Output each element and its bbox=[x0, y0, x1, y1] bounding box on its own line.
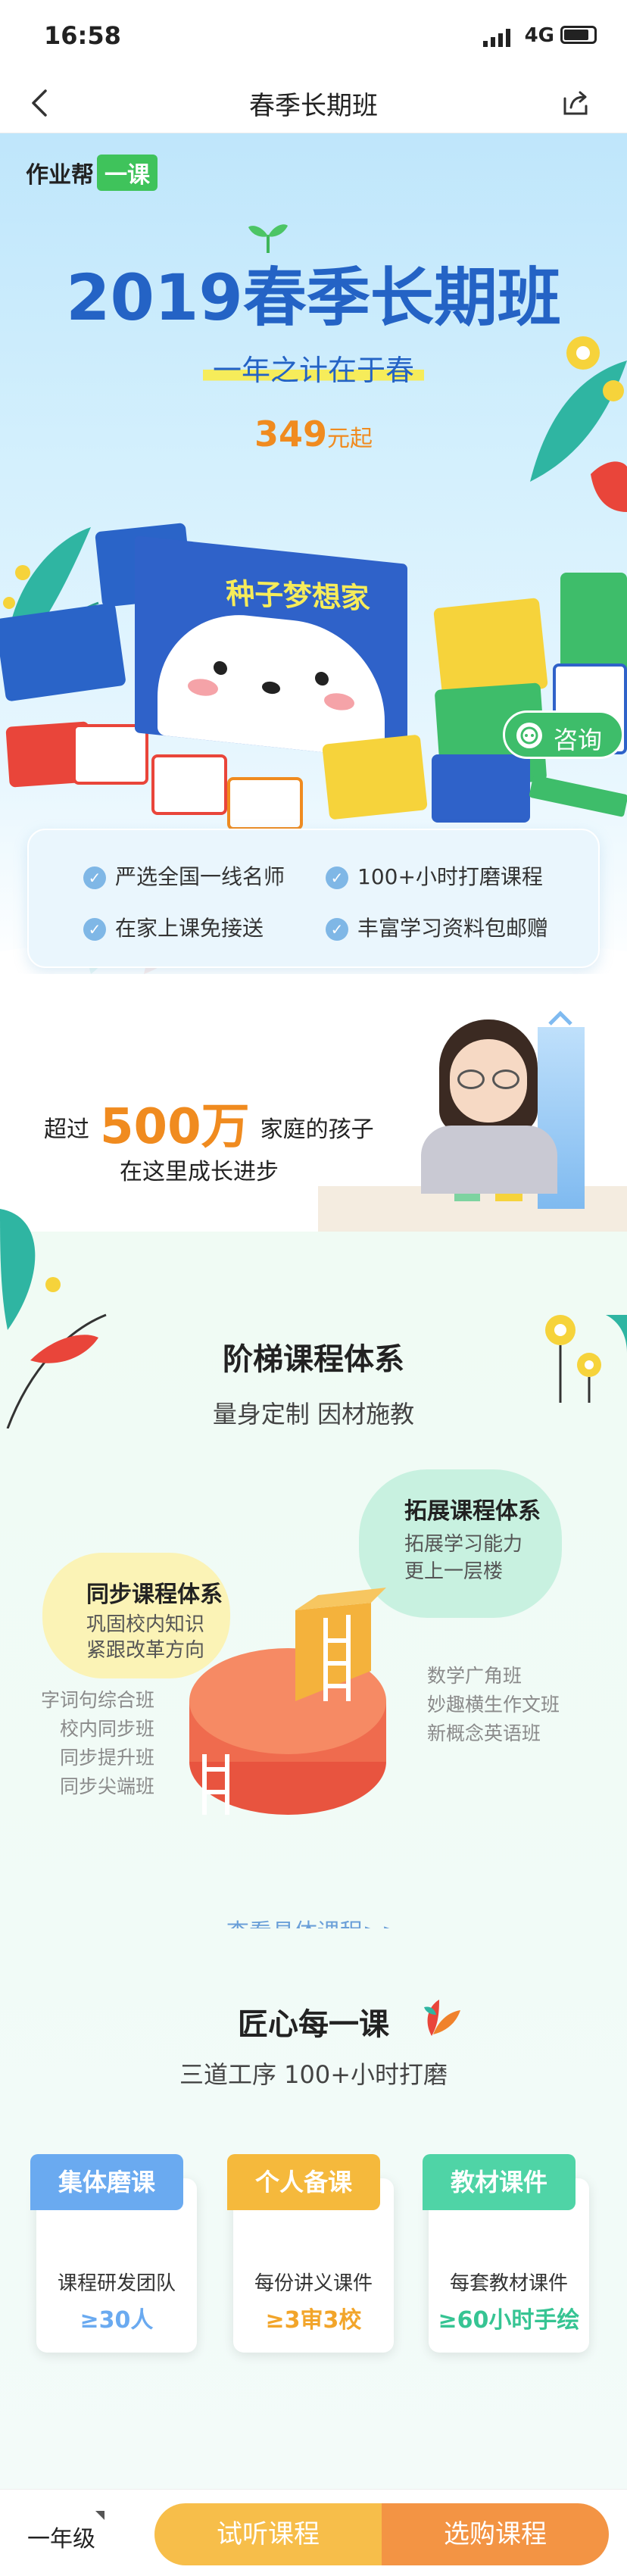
status-time: 16:58 bbox=[44, 21, 121, 50]
check-icon: ✓ bbox=[326, 866, 348, 889]
feature-label: 在家上课免接送 bbox=[115, 916, 264, 941]
price-unit: 元起 bbox=[327, 426, 373, 452]
craft-card: 个人备课 每份讲义课件 ≥3审3校 bbox=[227, 2154, 394, 2353]
families-prefix: 超过 bbox=[44, 1116, 89, 1143]
girl-body-illustration bbox=[421, 1126, 557, 1194]
status-bar: 16:58 4G bbox=[0, 0, 627, 73]
hero-banner: 作业帮 一课 2019春季长期班 一年之计在于春 349元起 种子梦想家 咨询 … bbox=[0, 133, 627, 974]
bottom-bar: 一年级 试听课程 选购课程 bbox=[0, 2489, 627, 2576]
feature-item: ✓ 丰富学习资料包邮赠 bbox=[326, 912, 548, 942]
bear-face-illustration bbox=[158, 606, 385, 759]
families-section: 超过 500万 家庭的孩子 在这里成长进步 bbox=[0, 974, 627, 1232]
feature-item: ✓ 100+小时打磨课程 bbox=[326, 860, 543, 891]
card-illustration bbox=[227, 777, 303, 830]
pen-illustration bbox=[529, 775, 627, 817]
families-line-2: 在这里成长进步 bbox=[120, 1159, 279, 1185]
expand-course-item[interactable]: 妙趣横生作文班 bbox=[427, 1691, 560, 1719]
grade-selector[interactable]: 一年级 bbox=[27, 2520, 95, 2553]
consult-button[interactable]: 咨询 bbox=[503, 710, 624, 759]
expand-title: 拓展课程体系 bbox=[404, 1498, 541, 1525]
craft-title-text: 匠心每一课 bbox=[238, 2007, 389, 2042]
logo-text: 作业帮 bbox=[26, 162, 94, 189]
product-illustration: 种子梦想家 bbox=[0, 497, 627, 830]
families-line-1: 超过 500万 家庭的孩子 bbox=[44, 1088, 374, 1157]
ladder-subtitle: 量身定制 因材施教 bbox=[212, 1400, 415, 1429]
arrow-up-icon bbox=[548, 1010, 572, 1026]
check-icon: ✓ bbox=[83, 866, 106, 889]
feature-label: 100+小时打磨课程 bbox=[357, 864, 543, 889]
expand-desc-2: 更上一层楼 bbox=[404, 1560, 504, 1583]
course-ladder-section: 阶梯课程体系 量身定制 因材施教 拓展课程体系 拓展学习能力 更上一层楼 同步课… bbox=[0, 1209, 627, 1946]
page-title: 春季长期班 bbox=[249, 91, 378, 121]
craft-card-value: ≥30人 bbox=[80, 2307, 154, 2334]
families-count: 500万 bbox=[100, 1099, 250, 1155]
logo-tag: 一课 bbox=[97, 155, 158, 191]
feature-box: ✓ 严选全国一线名师 ✓ 100+小时打磨课程 ✓ 在家上课免接送 ✓ 丰富学习资料包邮… bbox=[27, 829, 600, 968]
consult-label: 咨询 bbox=[554, 726, 603, 754]
sync-course-item[interactable]: 同步提升班 bbox=[41, 1744, 154, 1772]
card-illustration bbox=[0, 602, 126, 702]
craft-card-tab: 集体磨课 bbox=[30, 2154, 183, 2210]
feature-item: ✓ 严选全国一线名师 bbox=[83, 860, 285, 891]
check-icon: ✓ bbox=[83, 918, 106, 941]
network-label: 4G bbox=[524, 24, 554, 47]
signal-icon bbox=[483, 29, 510, 47]
hero-price: 349元起 bbox=[0, 414, 627, 454]
ladder-title: 阶梯课程体系 bbox=[223, 1342, 404, 1377]
grade-label: 一年级 bbox=[27, 2526, 95, 2553]
expand-course-item[interactable]: 新概念英语班 bbox=[427, 1719, 560, 1748]
pie-illustration bbox=[189, 1588, 386, 1815]
craft-card-text: 课程研发团队 bbox=[57, 2272, 176, 2295]
craft-card-tab: 教材课件 bbox=[423, 2154, 576, 2210]
book-title: 种子梦想家 bbox=[224, 576, 371, 616]
expand-course-list: 数学广角班 妙趣横生作文班 新概念英语班 bbox=[427, 1662, 560, 1748]
trial-course-button[interactable]: 试听课程 bbox=[154, 2503, 382, 2565]
card-illustration bbox=[322, 734, 428, 820]
hero-title: 2019春季长期班 bbox=[66, 261, 561, 335]
feature-label: 严选全国一线名师 bbox=[115, 864, 285, 889]
sync-course-item[interactable]: 字词句综合班 bbox=[41, 1686, 154, 1715]
craft-section: 匠心每一课 三道工序 100+小时打磨 集体磨课 课程研发团队 ≥30人 个人备… bbox=[0, 1928, 627, 2489]
craft-card-text: 每套教材课件 bbox=[449, 2272, 568, 2295]
flower-icon bbox=[424, 2000, 460, 2036]
buy-course-button[interactable]: 选购课程 bbox=[382, 2503, 609, 2565]
expand-desc-1: 拓展学习能力 bbox=[404, 1533, 523, 1556]
expand-course-item[interactable]: 数学广角班 bbox=[427, 1662, 560, 1691]
sync-course-item[interactable]: 校内同步班 bbox=[41, 1715, 154, 1744]
share-icon[interactable] bbox=[560, 88, 591, 118]
craft-card: 教材课件 每套教材课件 ≥60小时手绘 bbox=[423, 2154, 589, 2353]
families-suffix: 家庭的孩子 bbox=[260, 1116, 374, 1143]
dropdown-corner-icon bbox=[95, 2511, 104, 2520]
nav-bar: 春季长期班 bbox=[0, 73, 627, 133]
craft-card-value: ≥3审3校 bbox=[265, 2307, 362, 2334]
card-illustration bbox=[432, 754, 530, 823]
book-illustration: 种子梦想家 bbox=[135, 535, 407, 761]
hero-subtitle: 一年之计在于春 bbox=[203, 347, 424, 387]
brand-logo: 作业帮 一课 bbox=[26, 155, 158, 191]
leaf-decoration bbox=[0, 1209, 107, 1429]
card-illustration bbox=[560, 573, 627, 679]
sync-course-list: 字词句综合班 校内同步班 同步提升班 同步尖端班 bbox=[41, 1686, 154, 1801]
sync-course-item[interactable]: 同步尖端班 bbox=[41, 1772, 154, 1801]
girl-illustration bbox=[439, 1019, 538, 1133]
craft-card-text: 每份讲义课件 bbox=[254, 2272, 373, 2295]
price-value: 349 bbox=[254, 414, 328, 454]
feature-item: ✓ 在家上课免接送 bbox=[83, 912, 264, 942]
craft-card: 集体磨课 课程研发团队 ≥30人 bbox=[30, 2154, 197, 2353]
craft-card-tab: 个人备课 bbox=[227, 2154, 380, 2210]
craft-subtitle: 三道工序 100+小时打磨 bbox=[179, 2060, 448, 2089]
craft-card-value: ≥60小时手绘 bbox=[438, 2307, 580, 2334]
card-illustration bbox=[151, 754, 227, 815]
chat-icon bbox=[516, 723, 542, 748]
feature-label: 丰富学习资料包邮赠 bbox=[357, 916, 549, 941]
battery-icon bbox=[560, 26, 597, 44]
craft-title: 匠心每一课 bbox=[0, 2000, 627, 2044]
card-illustration bbox=[73, 724, 148, 785]
check-icon: ✓ bbox=[326, 918, 348, 941]
